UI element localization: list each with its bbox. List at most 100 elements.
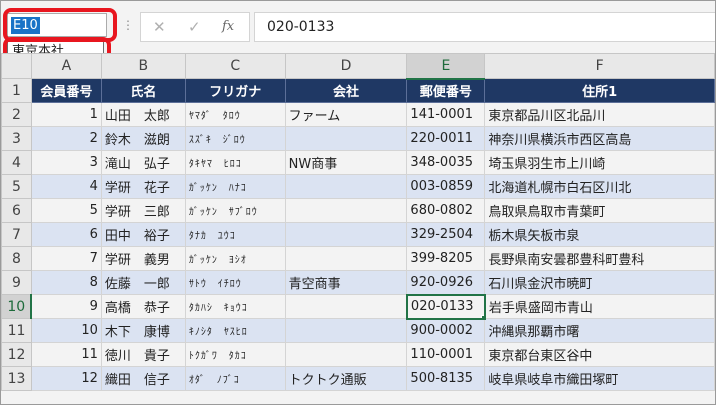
cell-postal-code[interactable]: 900-0002 <box>406 318 486 343</box>
cell-postal-code[interactable]: 399-8205 <box>406 246 486 271</box>
cell-company[interactable] <box>284 294 408 319</box>
row-number[interactable]: 13 <box>1 366 32 391</box>
row-number[interactable]: 1 <box>1 78 32 103</box>
cell-company[interactable] <box>284 174 408 199</box>
cell-member-id[interactable]: 7 <box>30 246 102 271</box>
cell-company[interactable]: NW商事 <box>284 150 408 175</box>
cell-member-id[interactable]: 6 <box>30 222 102 247</box>
cell-furigana[interactable]: ﾔﾏﾀﾞ ﾀﾛｳ <box>184 102 286 127</box>
cell-furigana[interactable]: ﾀﾅｶ ﾕｳｺ <box>184 222 286 247</box>
enter-icon[interactable]: ✓ <box>188 18 201 36</box>
cell-address[interactable]: 石川県金沢市暁町 <box>484 270 715 295</box>
cell-name[interactable]: 田中 裕子 <box>100 222 186 247</box>
column-header-d[interactable]: D <box>284 53 408 79</box>
cell-address[interactable]: 鳥取県鳥取市青葉町 <box>484 198 715 223</box>
cell-name[interactable]: 鈴木 滋朗 <box>100 126 186 151</box>
cell-address[interactable]: 栃木県矢板市泉 <box>484 222 715 247</box>
cell-company[interactable] <box>284 222 408 247</box>
column-header-a[interactable]: A <box>30 53 102 79</box>
row-number[interactable]: 8 <box>1 246 32 271</box>
cell-member-id[interactable]: 5 <box>30 198 102 223</box>
cell-furigana[interactable]: ﾀｶﾊｼ ｷｮｳｺ <box>184 294 286 319</box>
cell-company[interactable]: トクトク通販 <box>284 366 408 391</box>
cell-furigana[interactable]: ﾀｷﾔﾏ ﾋﾛｺ <box>184 150 286 175</box>
cell-furigana[interactable]: ｷﾉｼﾀ ﾔｽﾋﾛ <box>184 318 286 343</box>
cell-postal-code[interactable]: 141-0001 <box>406 102 486 127</box>
header-address[interactable]: 住所1 <box>484 78 715 103</box>
header-furigana[interactable]: フリガナ <box>184 78 286 103</box>
cell-address[interactable]: 長野県南安曇郡豊科町豊科 <box>484 246 715 271</box>
row-number[interactable]: 7 <box>1 222 32 247</box>
cell-furigana[interactable]: ﾄｸｶﾞﾜ ﾀｶｺ <box>184 342 286 367</box>
cell-member-id[interactable]: 3 <box>30 150 102 175</box>
cell-company[interactable] <box>284 126 408 151</box>
cell-address[interactable]: 岩手県盛岡市青山 <box>484 294 715 319</box>
cell-furigana[interactable]: ｶﾞｯｹﾝ ﾖｼｵ <box>184 246 286 271</box>
cell-company[interactable]: ファーム <box>284 102 408 127</box>
cell-furigana[interactable]: ｶﾞｯｹﾝ ﾊﾅｺ <box>184 174 286 199</box>
row-number[interactable]: 10 <box>1 294 33 319</box>
cell-company[interactable] <box>284 342 408 367</box>
cell-postal-code[interactable]: 020-0133 <box>405 293 486 320</box>
cell-address[interactable]: 北海道札幌市白石区川北 <box>484 174 715 199</box>
insert-function-button[interactable]: fx <box>222 18 234 36</box>
cell-postal-code[interactable]: 680-0802 <box>406 198 486 223</box>
cell-name[interactable]: 山田 太郎 <box>100 102 186 127</box>
column-header-f[interactable]: F <box>484 53 715 79</box>
cell-member-id[interactable]: 2 <box>30 126 102 151</box>
header-name[interactable]: 氏名 <box>100 78 186 103</box>
cell-address[interactable]: 沖縄県那覇市曙 <box>484 318 715 343</box>
cell-company[interactable] <box>284 198 408 223</box>
formula-input[interactable]: 020-0133 <box>254 12 715 42</box>
cell-address[interactable]: 神奈川県横浜市西区高島 <box>484 126 715 151</box>
cell-address[interactable]: 岐阜県岐阜市織田塚町 <box>484 366 715 391</box>
row-number[interactable]: 12 <box>1 342 32 367</box>
cell-postal-code[interactable]: 348-0035 <box>406 150 486 175</box>
cell-name[interactable]: 佐藤 一郎 <box>100 270 186 295</box>
vertical-dots-icon[interactable]: ⋮ <box>122 19 134 31</box>
column-header-c[interactable]: C <box>184 53 286 79</box>
header-member-id[interactable]: 会員番号 <box>30 78 102 103</box>
cell-name[interactable]: 学研 三郎 <box>100 198 186 223</box>
cell-postal-code[interactable]: 110-0001 <box>406 342 486 367</box>
cell-name[interactable]: 滝山 弘子 <box>100 150 186 175</box>
row-number[interactable]: 9 <box>1 270 32 295</box>
cell-address[interactable]: 東京都台東区谷中 <box>484 342 715 367</box>
cell-furigana[interactable]: ｽｽﾞｷ ｼﾞﾛｳ <box>184 126 286 151</box>
cell-member-id[interactable]: 1 <box>30 102 102 127</box>
cell-company[interactable] <box>284 246 408 271</box>
cell-name[interactable]: 徳川 貴子 <box>100 342 186 367</box>
cell-company[interactable]: 青空商事 <box>284 270 408 295</box>
row-number[interactable]: 2 <box>1 102 32 127</box>
cell-name[interactable]: 学研 花子 <box>100 174 186 199</box>
cancel-icon[interactable]: ✕ <box>153 18 166 36</box>
column-header-e[interactable]: E <box>406 53 486 80</box>
column-header-b[interactable]: B <box>100 53 186 79</box>
cell-name[interactable]: 学研 義男 <box>100 246 186 271</box>
select-all-corner[interactable] <box>1 53 32 79</box>
cell-address[interactable]: 埼玉県羽生市上川崎 <box>484 150 715 175</box>
cell-furigana[interactable]: ｵﾀﾞ ﾉﾌﾞｺ <box>184 366 286 391</box>
cell-company[interactable] <box>284 318 408 343</box>
cell-member-id[interactable]: 11 <box>30 342 102 367</box>
cell-postal-code[interactable]: 920-0926 <box>406 270 486 295</box>
cell-furigana[interactable]: ｻﾄｳ ｲﾁﾛｳ <box>184 270 286 295</box>
header-postal-code[interactable]: 郵便番号 <box>406 78 486 103</box>
cell-furigana[interactable]: ｶﾞｯｹﾝ ｻﾌﾞﾛｳ <box>184 198 286 223</box>
cell-postal-code[interactable]: 003-0859 <box>406 174 486 199</box>
cell-member-id[interactable]: 9 <box>30 294 102 319</box>
row-number[interactable]: 4 <box>1 150 32 175</box>
cell-name[interactable]: 高橋 恭子 <box>100 294 186 319</box>
cell-member-id[interactable]: 10 <box>30 318 102 343</box>
cell-name[interactable]: 木下 康博 <box>100 318 186 343</box>
fill-handle[interactable] <box>480 314 483 317</box>
header-company[interactable]: 会社 <box>284 78 408 103</box>
cell-address[interactable]: 東京都品川区北品川 <box>484 102 715 127</box>
cell-postal-code[interactable]: 220-0011 <box>406 126 486 151</box>
cell-member-id[interactable]: 12 <box>30 366 102 391</box>
cell-name[interactable]: 織田 信子 <box>100 366 186 391</box>
row-number[interactable]: 11 <box>1 318 32 343</box>
cell-postal-code[interactable]: 329-2504 <box>406 222 486 247</box>
row-number[interactable]: 5 <box>1 174 32 199</box>
cell-member-id[interactable]: 8 <box>30 270 102 295</box>
